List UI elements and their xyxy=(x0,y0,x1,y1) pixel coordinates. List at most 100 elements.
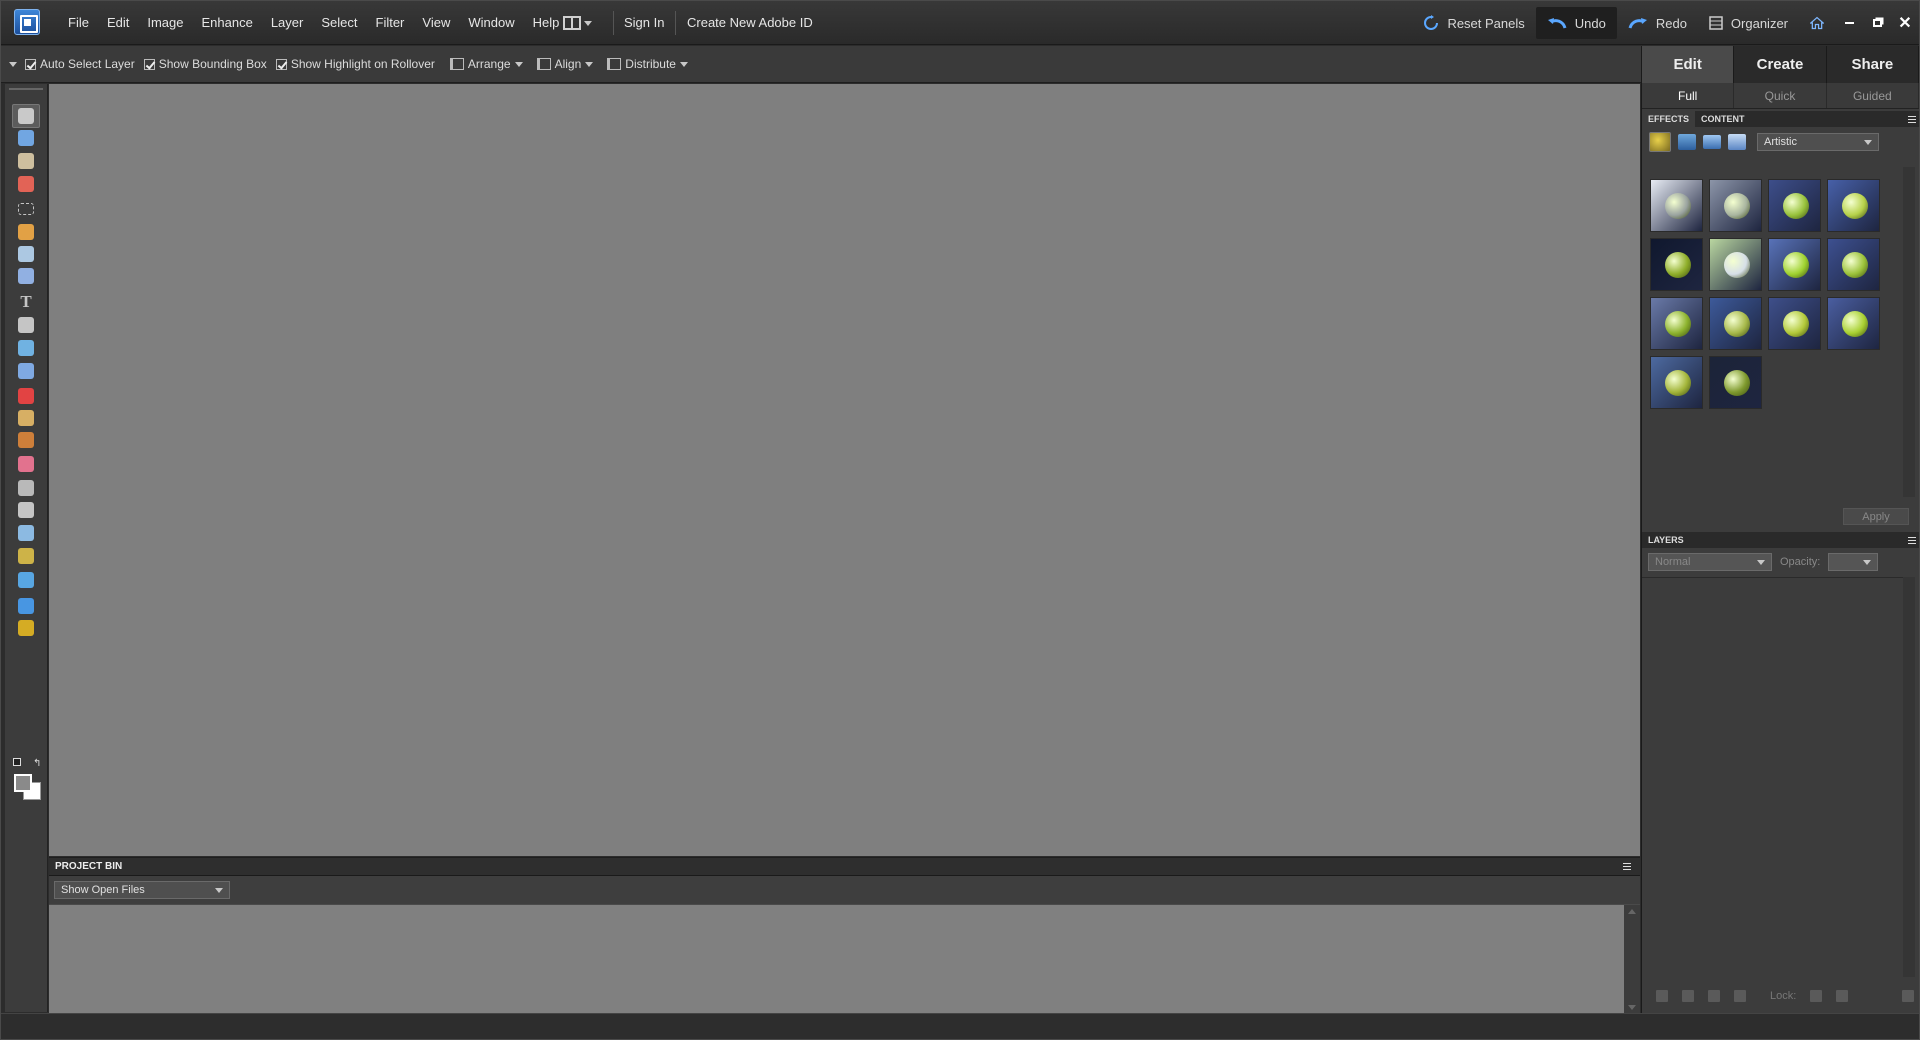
tab-guided[interactable]: Guided xyxy=(1827,83,1919,108)
show-files-dropdown[interactable]: Show Open Files xyxy=(54,881,230,899)
effect-thumbnail[interactable] xyxy=(1768,179,1821,232)
redo-button[interactable]: Redo xyxy=(1617,7,1698,39)
menu-enhance[interactable]: Enhance xyxy=(193,1,262,45)
menu-window[interactable]: Window xyxy=(459,1,523,45)
brush-tool[interactable] xyxy=(12,476,40,500)
opacity-field[interactable] xyxy=(1828,553,1879,571)
move-tool[interactable] xyxy=(12,104,40,128)
link-icon[interactable] xyxy=(1734,990,1746,1002)
apply-button[interactable]: Apply xyxy=(1843,508,1909,525)
quick-selection-tool[interactable] xyxy=(12,264,40,288)
blur-tool[interactable] xyxy=(12,594,40,618)
auto-select-layer-checkbox[interactable]: Auto Select Layer xyxy=(25,57,135,71)
create-adobe-id-link[interactable]: Create New Adobe ID xyxy=(687,1,813,45)
scroll-up-icon[interactable] xyxy=(1628,909,1636,914)
magic-wand-tool[interactable] xyxy=(12,242,40,266)
clone-stamp-tool[interactable] xyxy=(12,428,40,452)
project-bin-scrollbar[interactable] xyxy=(1624,905,1640,1014)
trash-icon[interactable] xyxy=(1902,990,1915,1002)
layer-styles-icon[interactable] xyxy=(1678,134,1696,150)
effect-thumbnail[interactable] xyxy=(1709,297,1762,350)
undo-button[interactable]: Undo xyxy=(1535,7,1617,39)
menu-help[interactable]: Help xyxy=(524,1,569,45)
panel-menu-icon[interactable] xyxy=(1620,859,1634,875)
type-tool[interactable]: T xyxy=(12,290,40,314)
scroll-down-icon[interactable] xyxy=(1628,1005,1636,1010)
tab-share[interactable]: Share xyxy=(1827,46,1919,83)
photo-effects-icon[interactable] xyxy=(1703,135,1721,149)
reset-panels-button[interactable]: Reset Panels xyxy=(1412,7,1535,39)
filters-icon[interactable] xyxy=(1649,132,1671,152)
hand-tool[interactable] xyxy=(12,149,40,173)
panel-menu-icon[interactable] xyxy=(1905,111,1919,127)
effect-thumbnail[interactable] xyxy=(1827,238,1880,291)
toolbox-grip[interactable] xyxy=(9,88,43,90)
show-bounding-box-checkbox[interactable]: Show Bounding Box xyxy=(143,57,267,71)
spot-healing-tool[interactable] xyxy=(12,406,40,430)
arrange-dropdown[interactable]: Arrange xyxy=(449,57,523,71)
distribute-dropdown[interactable]: Distribute xyxy=(607,57,688,71)
tab-content[interactable]: CONTENT xyxy=(1695,111,1751,127)
menu-file[interactable]: File xyxy=(59,1,98,45)
sign-in-link[interactable]: Sign In xyxy=(624,1,664,45)
workspace-layout-button[interactable] xyxy=(563,13,601,33)
eyedropper-tool[interactable] xyxy=(12,172,40,196)
layers-scrollbar[interactable] xyxy=(1903,577,1915,977)
menu-view[interactable]: View xyxy=(413,1,459,45)
blend-mode-dropdown[interactable]: Normal xyxy=(1648,553,1772,571)
effect-thumbnail[interactable] xyxy=(1650,179,1703,232)
effect-thumbnail[interactable] xyxy=(1709,238,1762,291)
effect-thumbnail[interactable] xyxy=(1768,238,1821,291)
menu-layer[interactable]: Layer xyxy=(262,1,313,45)
crop-tool[interactable] xyxy=(12,313,40,337)
effect-thumbnail[interactable] xyxy=(1827,297,1880,350)
all-effects-icon[interactable] xyxy=(1728,134,1746,150)
smart-brush-tool[interactable] xyxy=(12,498,40,522)
effect-thumbnail[interactable] xyxy=(1709,356,1762,409)
lock-all-icon[interactable] xyxy=(1836,990,1849,1002)
paint-bucket-tool[interactable] xyxy=(12,521,40,545)
panel-menu-icon[interactable] xyxy=(1905,532,1919,548)
foreground-color-swatch[interactable] xyxy=(14,774,32,792)
effect-thumbnail[interactable] xyxy=(1650,238,1703,291)
lock-transparency-icon[interactable] xyxy=(1810,990,1823,1002)
project-bin-thumbnails-area[interactable] xyxy=(49,905,1624,1014)
menu-image[interactable]: Image xyxy=(138,1,192,45)
new-layer-icon[interactable] xyxy=(1656,990,1668,1002)
organizer-button[interactable]: Organizer xyxy=(1698,7,1799,39)
menu-filter[interactable]: Filter xyxy=(367,1,414,45)
tab-effects[interactable]: EFFECTS xyxy=(1642,111,1696,127)
gradient-tool[interactable] xyxy=(12,544,40,568)
effect-thumbnail[interactable] xyxy=(1709,179,1762,232)
sponge-tool[interactable] xyxy=(12,616,40,640)
effect-thumbnail[interactable] xyxy=(1827,179,1880,232)
custom-shape-tool[interactable] xyxy=(12,568,40,592)
marquee-tool[interactable] xyxy=(12,197,40,221)
new-adjustment-layer-icon[interactable] xyxy=(1682,990,1694,1002)
zoom-tool[interactable] xyxy=(12,126,40,150)
restore-button[interactable] xyxy=(1863,7,1891,39)
menu-edit[interactable]: Edit xyxy=(98,1,138,45)
menu-select[interactable]: Select xyxy=(312,1,366,45)
default-colors-icon[interactable] xyxy=(13,758,21,766)
document-canvas-area[interactable] xyxy=(49,84,1640,856)
effect-thumbnail[interactable] xyxy=(1650,356,1703,409)
home-button[interactable] xyxy=(1799,7,1835,39)
eraser-tool[interactable] xyxy=(12,452,40,476)
brush-icon[interactable] xyxy=(1708,990,1720,1002)
show-highlight-checkbox[interactable]: Show Highlight on Rollover xyxy=(275,57,435,71)
close-button[interactable]: ✕ xyxy=(1891,7,1919,39)
tool-preset-caret-icon[interactable] xyxy=(9,61,17,67)
layers-list[interactable] xyxy=(1642,577,1907,977)
recompose-tool[interactable] xyxy=(12,359,40,383)
swap-colors-icon[interactable]: ↰ xyxy=(33,758,41,769)
minimize-button[interactable] xyxy=(1835,7,1863,39)
tab-create[interactable]: Create xyxy=(1734,46,1827,83)
red-eye-tool[interactable] xyxy=(12,384,40,408)
effect-thumbnail[interactable] xyxy=(1768,297,1821,350)
effect-thumbnail[interactable] xyxy=(1650,297,1703,350)
effects-category-dropdown[interactable]: Artistic xyxy=(1757,133,1879,151)
tab-full[interactable]: Full xyxy=(1642,83,1735,108)
effects-scrollbar[interactable] xyxy=(1903,167,1915,497)
tab-edit[interactable]: Edit xyxy=(1642,46,1735,83)
